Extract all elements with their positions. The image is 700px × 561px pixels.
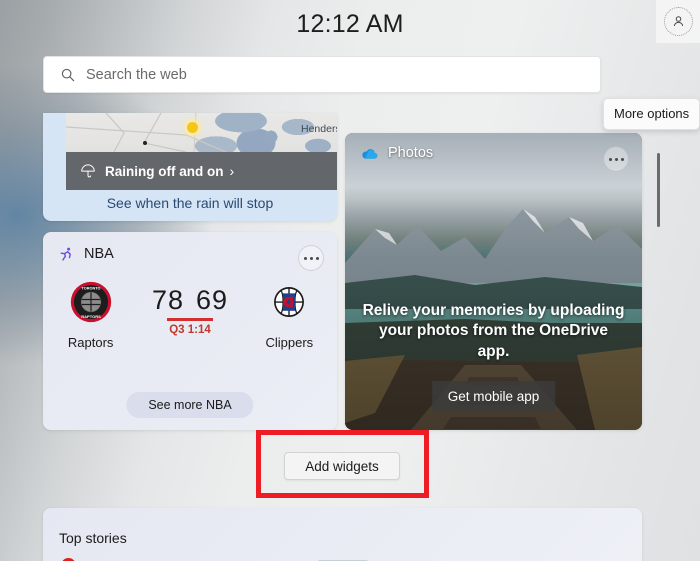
nba-more-button[interactable] xyxy=(298,245,324,271)
nba-away-team-name: Clippers xyxy=(265,335,314,350)
weather-condition-bar[interactable]: Raining off and on › xyxy=(66,152,337,190)
widget-weather[interactable]: Henderson Raining off and on › See when … xyxy=(43,113,337,221)
chevron-right-icon: › xyxy=(229,163,235,179)
person-icon xyxy=(673,16,683,27)
photos-brand-label: Photos xyxy=(388,145,434,161)
add-widgets-button[interactable]: Add widgets xyxy=(284,452,400,480)
get-mobile-app-button[interactable]: Get mobile app xyxy=(431,381,556,412)
search-icon xyxy=(60,67,76,83)
nba-away-score: 69 xyxy=(195,285,229,315)
photos-more-button[interactable] xyxy=(603,146,629,172)
nba-score: 78 69 Q3 1:14 xyxy=(138,280,241,336)
photos-header: Photos xyxy=(345,133,642,173)
ellipsis-icon xyxy=(608,157,612,161)
clippers-logo-icon xyxy=(274,287,305,317)
ellipsis-icon xyxy=(614,157,618,161)
svg-text:RAPTORS: RAPTORS xyxy=(81,314,101,319)
photos-headline: Relive your memories by uploading your p… xyxy=(362,302,625,360)
nba-away-team: Clippers xyxy=(242,280,337,350)
onedrive-cloud-icon xyxy=(360,144,379,163)
ellipsis-icon xyxy=(620,157,624,161)
svg-text:TORONTO: TORONTO xyxy=(81,287,100,291)
ellipsis-icon xyxy=(309,256,313,260)
nba-home-team-name: Raptors xyxy=(67,335,114,350)
nba-home-team: TORONTO RAPTORS Raptors xyxy=(43,280,138,350)
search-bar[interactable] xyxy=(43,56,601,93)
widget-nba[interactable]: NBA TORONTO RAPTORS Raptors 78 69 Q3 1:1… xyxy=(43,232,337,430)
widget-top-stories[interactable]: Top stories xyxy=(43,508,642,561)
top-stories-title: Top stories xyxy=(59,530,127,546)
see-more-nba-button[interactable]: See more NBA xyxy=(126,392,254,418)
search-input[interactable] xyxy=(86,66,546,83)
weather-link[interactable]: See when the rain will stop xyxy=(43,195,337,211)
score-underline xyxy=(166,318,213,321)
widget-photos[interactable]: Photos Relive your memories by uploading… xyxy=(345,133,642,430)
umbrella-icon xyxy=(80,163,96,179)
nba-header: NBA xyxy=(43,232,337,276)
nba-home-score: 78 xyxy=(151,285,184,315)
map-location-dot xyxy=(143,141,147,145)
avatar[interactable] xyxy=(663,7,693,36)
ellipsis-icon xyxy=(315,256,319,260)
clock: 12:12 AM xyxy=(296,10,404,38)
widgets-board: 12:12 AM More options Henders xyxy=(0,0,700,561)
sun-marker-icon xyxy=(187,122,198,133)
more-options-tooltip: More options xyxy=(603,98,700,130)
nba-runner-icon xyxy=(58,246,75,263)
nba-brand-label: NBA xyxy=(84,246,114,262)
account-button[interactable] xyxy=(656,0,700,43)
nba-scoreboard: TORONTO RAPTORS Raptors 78 69 Q3 1:14 Cl… xyxy=(43,280,337,350)
raptors-logo-icon: TORONTO RAPTORS xyxy=(70,281,111,323)
map-roads xyxy=(66,113,227,152)
nba-period: Q3 1:14 xyxy=(169,324,211,336)
ellipsis-icon xyxy=(303,256,307,260)
map-city-label: Henderson xyxy=(301,123,337,135)
weather-condition-text: Raining off and on xyxy=(105,163,224,179)
scrollbar-thumb[interactable] xyxy=(657,153,660,227)
